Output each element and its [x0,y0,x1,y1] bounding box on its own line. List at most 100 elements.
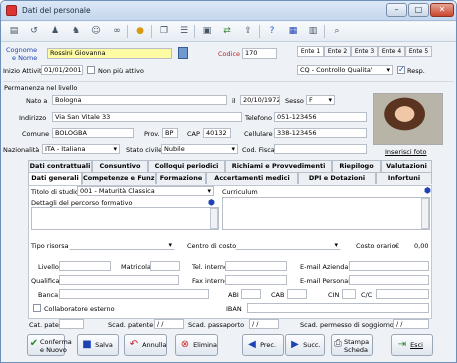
maximize-button[interactable]: □ [408,3,429,17]
nato-a-input[interactable]: Bologna [52,95,227,105]
tab-ente-1[interactable]: Ente 1 [297,46,324,57]
prov-input[interactable]: BP [162,128,178,138]
dettagli-scrollbar[interactable] [210,208,218,229]
data-nascita-input[interactable]: 20/10/1972 [240,95,280,105]
indirizzo-input[interactable]: Via San Vitale 33 [52,112,242,122]
minimize-button[interactable]: – [386,3,407,17]
precedente-button[interactable]: ◀ Prec. [242,334,284,356]
cc-input[interactable] [376,289,429,299]
cab-input[interactable] [287,289,307,299]
curriculum-scrollbar[interactable] [421,198,429,229]
back-icon[interactable]: ↺ [25,25,43,38]
cellulare-input[interactable]: 338-123456 [274,128,367,138]
il-label: il [232,97,236,105]
export-icon[interactable]: ⇪ [239,25,257,38]
costo-orario-value[interactable]: 0,00 [414,242,428,250]
elimina-button[interactable]: ⊗ Elimina [175,334,218,356]
non-attivo-checkbox[interactable] [87,66,95,74]
scad-permesso-input[interactable]: / / [393,319,429,329]
codice-fiscale-input[interactable] [274,144,367,154]
contact-card-icon[interactable] [178,47,188,59]
tab-ente-4[interactable]: Ente 4 [378,46,405,57]
page-icon[interactable]: ▤ [5,25,23,38]
nazionalita-select[interactable]: ITA - Italiana [42,144,120,154]
email-aziendale-input[interactable] [349,261,429,271]
worker-icon[interactable]: ☺ [87,25,105,38]
tab-dati-generali[interactable]: Dati generali [28,172,82,185]
tab-consuntivo[interactable]: Consuntivo [92,160,148,172]
tab-ente-5[interactable]: Ente 5 [405,46,432,57]
email-personale-input[interactable] [349,275,429,285]
esci-button[interactable]: ⇥ Esci [391,334,433,356]
dettagli-textarea[interactable] [31,207,219,230]
collaboratore-esterno-checkbox[interactable] [33,304,41,312]
cognome-nome-input[interactable]: Rossini Giovanna [47,48,172,59]
cognome-label: Cognome [6,46,38,54]
tab-valutazioni[interactable]: Valutazioni [381,160,432,172]
fax-interno-input[interactable] [225,275,287,285]
tab-competenze[interactable]: Competenze e Funzioni [82,172,156,184]
dettagli-lookup-icon[interactable]: ⬢ [208,198,215,207]
nome-label: e Nome [12,54,38,62]
tab-ente-3[interactable]: Ente 3 [351,46,378,57]
tab-formazione[interactable]: Formazione [156,172,206,184]
titolo-studio-select[interactable]: 001 - Maturità Classica [77,186,214,196]
salva-button[interactable]: ■ Salva [77,334,119,356]
group-icon[interactable]: ♞ [67,25,85,38]
comune-input[interactable]: BOLOGBA [52,128,134,138]
cc-label: C/C [361,291,373,299]
inserisci-foto-link[interactable]: Inserisci foto [385,148,427,156]
cap-input[interactable]: 40132 [203,128,231,138]
fax-interno-label: Fax interno [192,277,229,285]
successivo-button[interactable]: ▶ Succ. [285,334,325,356]
tab-infortuni[interactable]: Infortuni [376,172,432,184]
stampa-scheda-button[interactable]: ⎙ Stampa Scheda [331,334,373,356]
tab-riepilogo[interactable]: Riepilogo [332,160,381,172]
resp-checkbox[interactable] [397,66,405,74]
user-icon[interactable]: ♟ [46,25,64,38]
codice-input[interactable]: 170 [242,48,277,59]
help-icon[interactable]: ? [263,25,281,38]
coins-icon[interactable]: ● [131,25,149,38]
toolbar: ▤ ↺ ♟ ♞ ☺ ∞ ● ❐ ☰ ▣ ⇄ ⇪ ? ▦ ▥ ⌕ [1,22,456,42]
binoculars-icon[interactable]: ∞ [108,25,126,38]
cellulare-label: Cellulare [244,130,273,138]
scad-patente-input[interactable]: / / [154,319,184,329]
copy-icon[interactable]: ❐ [155,25,173,38]
telefono-input[interactable]: 051-123456 [274,112,367,122]
tab-ente-2[interactable]: Ente 2 [324,46,351,57]
tipo-risorsa-select[interactable] [69,240,175,250]
iban-input[interactable] [247,303,429,313]
stato-civile-select[interactable]: Nubile [161,144,238,154]
banca-input[interactable] [59,289,209,299]
grid-icon[interactable]: ▦ [284,25,302,38]
livello-input[interactable] [59,261,111,271]
conferma-nuovo-button[interactable]: ✔ Conferma e Nuovo [27,334,72,356]
tab-colloqui-periodici[interactable]: Colloqui periodici [148,160,225,172]
curriculum-textarea[interactable] [222,197,430,230]
list-icon[interactable]: ☰ [175,25,193,38]
sesso-select[interactable]: F [306,95,335,105]
ente-select[interactable]: CQ - Controllo Qualita' [297,65,393,75]
matricola-input[interactable] [150,261,180,271]
cin-input[interactable] [342,289,356,299]
tel-interno-input[interactable] [225,261,287,271]
transfer-icon[interactable]: ⇄ [218,25,236,38]
qualifica-input[interactable] [59,275,179,285]
tab-dpi-dotazioni[interactable]: DPI e Dotazioni [298,172,376,184]
annulla-button[interactable]: ↶ Annulla [124,334,167,356]
abi-input[interactable] [241,289,261,299]
curriculum-lookup-icon[interactable]: ⬢ [424,186,431,195]
tab-richiami[interactable]: Richiami e Provvedimenti [225,160,332,172]
scad-passaporto-input[interactable]: / / [249,319,279,329]
tab-accertamenti-medici[interactable]: Accertamenti medici [206,172,298,184]
search-icon[interactable]: ⌕ [328,25,346,38]
currency-symbol: € [395,242,400,250]
inizio-attivita-input[interactable]: 01/01/2001 [41,65,83,75]
centro-costo-select[interactable] [235,240,341,250]
close-button[interactable]: ✕ [430,3,454,17]
table-icon[interactable]: ▥ [304,25,322,38]
tab-dati-contrattuali[interactable]: Dati contrattuali [28,160,92,172]
preview-icon[interactable]: ▣ [198,25,216,38]
cat-patente-input[interactable] [59,319,84,329]
